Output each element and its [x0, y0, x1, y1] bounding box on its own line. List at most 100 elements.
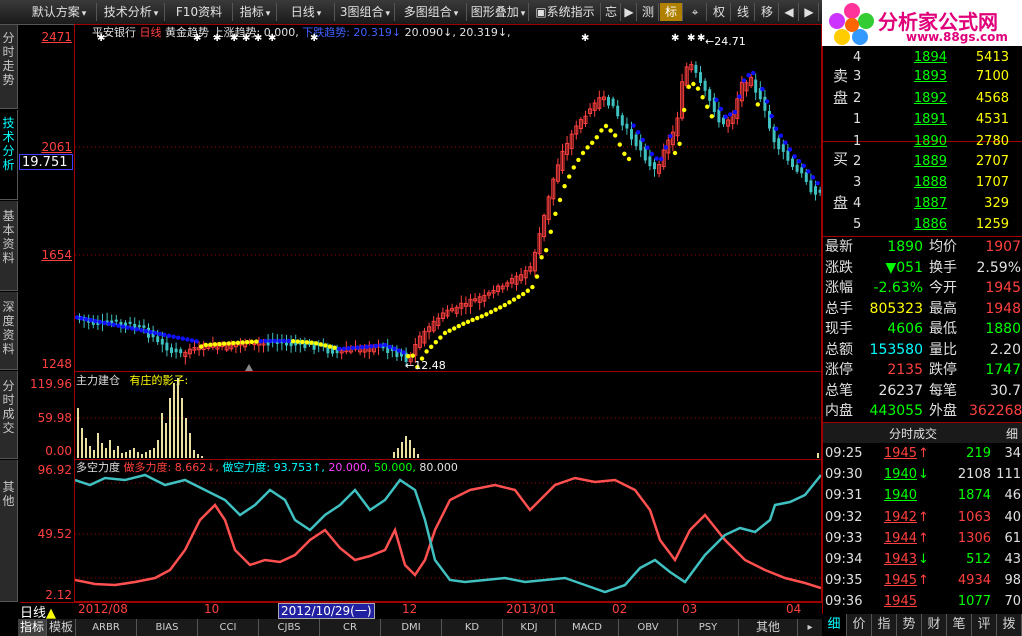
right-tab[interactable]: 财 — [922, 614, 947, 636]
quote-label: 外盘 — [929, 403, 957, 419]
volume-bar — [89, 446, 91, 458]
trade-time: 09:30 — [825, 467, 863, 483]
trend-dot — [263, 338, 268, 344]
trade-arrow-icon: ↑ — [918, 446, 929, 461]
trend-dot — [240, 340, 245, 345]
tab-scroll[interactable]: ▸ — [798, 619, 823, 636]
trend-dot — [718, 106, 724, 112]
oscillator-svg[interactable] — [75, 460, 821, 601]
next-icon[interactable]: ▶ — [800, 3, 819, 21]
sell-price[interactable]: 1892 — [889, 89, 947, 108]
trend-dot — [456, 323, 461, 329]
line-button[interactable]: 线 — [732, 3, 755, 21]
rights-button[interactable]: 权 — [708, 3, 731, 21]
tab-cjbs[interactable]: CJBS — [259, 619, 320, 636]
trend-dot — [640, 137, 645, 143]
tab-template[interactable]: 模板 — [47, 619, 76, 636]
trade-price: 1942 — [883, 509, 917, 525]
trend-dot — [189, 338, 195, 343]
tab-kdj[interactable]: KDJ — [503, 619, 556, 636]
trend-dot — [751, 70, 756, 76]
trade-volume: 219 — [966, 446, 991, 461]
right-tab[interactable]: 拨 — [997, 614, 1022, 636]
trade-price: 1944 — [883, 530, 917, 546]
tab-arbr[interactable]: ARBR — [76, 619, 137, 636]
cursor-button[interactable]: ⌖ — [684, 3, 707, 21]
sell-volume: 4531 — [975, 112, 1009, 127]
overlay-button[interactable]: 图形叠加 — [468, 3, 529, 21]
tab-indicator[interactable]: 指标 — [18, 619, 47, 636]
buy-price[interactable]: 1890 — [889, 132, 947, 151]
trend-dot — [120, 324, 126, 329]
side-tab-basic[interactable]: 基本资料 — [0, 201, 18, 291]
sell-level: 1 — [853, 112, 862, 127]
trades-detail-button[interactable]: 细 — [1003, 425, 1021, 442]
tab-cr[interactable]: CR — [320, 619, 381, 636]
tab-macd[interactable]: MACD — [556, 619, 619, 636]
volume-chart-svg[interactable] — [75, 372, 821, 459]
tab-dmi[interactable]: DMI — [381, 619, 442, 636]
buy-price[interactable]: 1888 — [889, 173, 947, 192]
trend-dot — [235, 340, 241, 345]
star-marker: ✱ — [213, 33, 221, 44]
sell-level: 3 — [853, 69, 862, 84]
buy-price[interactable]: 1887 — [889, 194, 947, 213]
trend-dot — [705, 104, 710, 109]
tab-psy[interactable]: PSY — [678, 619, 739, 636]
sell-price[interactable]: 1894 — [889, 48, 947, 67]
buy-price[interactable]: 1886 — [889, 215, 947, 234]
side-tab-deep[interactable]: 深度资料 — [0, 292, 18, 370]
move-button[interactable]: 移 — [756, 3, 779, 21]
indicator-button[interactable]: 指标 — [234, 3, 277, 21]
right-tab[interactable]: 细 — [822, 614, 847, 636]
trend-dot — [502, 302, 507, 308]
side-tab-tech[interactable]: 技术分析 — [0, 110, 18, 200]
side-tab-intraday[interactable]: 分时走势 — [0, 25, 18, 109]
quote-label: 现手 — [825, 321, 853, 337]
volume-bar — [93, 450, 95, 458]
sell-price[interactable]: 1891 — [889, 110, 947, 129]
trend-dot — [79, 316, 84, 321]
tech-analysis-button[interactable]: 技术分析 — [98, 3, 165, 21]
f10-button[interactable]: F10资料 — [166, 3, 233, 21]
tab-obv[interactable]: OBV — [619, 619, 678, 636]
sell-volume: 4568 — [975, 91, 1009, 106]
right-tab[interactable]: 指 — [872, 614, 897, 636]
trade-arrow-icon — [918, 486, 930, 505]
trade-volume: 1306 — [957, 530, 991, 546]
volume-bar — [197, 454, 199, 458]
tab-bias[interactable]: BIAS — [137, 619, 198, 636]
tab-other[interactable]: 其他 — [739, 619, 798, 636]
right-tab[interactable]: 价 — [847, 614, 872, 636]
tab-kd[interactable]: KD — [442, 619, 503, 636]
measure-button[interactable]: 测 — [638, 3, 659, 21]
sell-price[interactable]: 1893 — [889, 67, 947, 86]
system-indicator-button[interactable]: ▣系统指示 — [530, 3, 601, 21]
multi-chart-button[interactable]: 多图组合 — [396, 3, 467, 21]
period-button[interactable]: 日线 — [278, 3, 335, 21]
trend-dot — [360, 345, 365, 350]
side-tab-other[interactable]: 其他 — [0, 460, 18, 602]
forget-button[interactable]: 忘 — [602, 3, 621, 21]
quote-label: 总手 — [825, 300, 853, 317]
prev-icon[interactable]: ◀ — [780, 3, 799, 21]
trend-dot — [337, 346, 342, 352]
candle-body — [653, 162, 656, 170]
tab-cci[interactable]: CCI — [198, 619, 259, 636]
buy-price[interactable]: 1889 — [889, 152, 947, 171]
mark-button[interactable]: 标 — [660, 3, 683, 21]
quote-label: 均价 — [929, 239, 957, 255]
candle-body — [156, 336, 160, 343]
default-scheme-button[interactable]: 默认方案 — [22, 3, 97, 21]
quote-value: 1945 — [985, 280, 1021, 296]
right-tab[interactable]: 势 — [897, 614, 922, 636]
side-tab-ticks[interactable]: 分时成交 — [0, 371, 18, 459]
three-chart-button[interactable]: 3图组合 — [336, 3, 395, 21]
play-icon[interactable]: ▶ — [622, 3, 637, 21]
right-tab[interactable]: 评 — [972, 614, 997, 636]
right-tab[interactable]: 笔 — [947, 614, 972, 636]
trade-time: 09:32 — [825, 509, 863, 525]
main-chart-svg[interactable]: ←24.71 ←12.48 ✱ ✱ ✱ ✱ ✱ ✱ ✱ ✱ ✱ ✱ ✱ ✱ — [75, 25, 821, 371]
trend-dot — [571, 165, 576, 170]
candle-body — [114, 319, 118, 322]
